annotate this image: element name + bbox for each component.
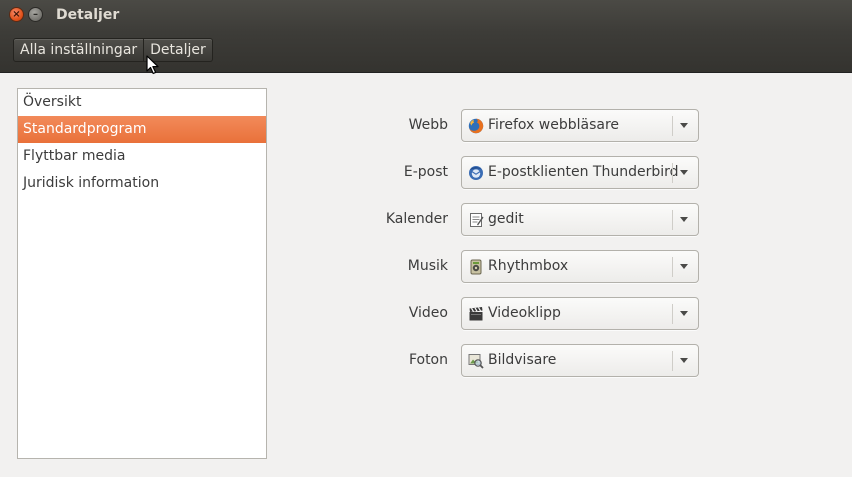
mail-app-select[interactable]: E-postklienten Thunderbird	[461, 156, 699, 189]
sidebar-item-removable-media[interactable]: Flyttbar media	[18, 143, 266, 170]
breadcrumb-all-settings[interactable]: Alla inställningar	[13, 38, 145, 62]
combo-separator	[672, 210, 673, 230]
chevron-down-icon	[680, 311, 688, 316]
gedit-icon	[470, 213, 484, 227]
calendar-app-value: gedit	[488, 211, 524, 227]
sidebar-item-legal-notice[interactable]: Juridisk information	[18, 170, 266, 197]
video-app-select[interactable]: Videoklipp	[461, 297, 699, 330]
music-app-value: Rhythmbox	[488, 258, 569, 274]
photos-app-value: Bildvisare	[488, 352, 557, 368]
close-icon: ×	[12, 8, 21, 20]
combo-separator	[672, 163, 673, 183]
minimize-icon: –	[33, 8, 38, 20]
sidebar-item-overview[interactable]: Översikt	[18, 89, 266, 116]
chevron-down-icon	[680, 217, 688, 222]
clapperboard-icon	[469, 307, 483, 321]
close-window-button[interactable]: ×	[9, 7, 24, 22]
photos-app-select[interactable]: Bildvisare	[461, 344, 699, 377]
mail-app-value: E-postklienten Thunderbird	[488, 164, 679, 180]
combo-separator	[672, 351, 673, 371]
sidebar-item-default-applications[interactable]: Standardprogram	[18, 116, 266, 143]
combo-separator	[672, 304, 673, 324]
calendar-app-select[interactable]: gedit	[461, 203, 699, 236]
combo-separator	[672, 257, 673, 277]
rhythmbox-icon	[470, 259, 482, 275]
breadcrumb: Alla inställningar Detaljer	[13, 38, 213, 64]
chevron-down-icon	[680, 358, 688, 363]
titlebar: × – Detaljer	[0, 0, 852, 32]
mouse-pointer-icon	[146, 55, 159, 75]
web-app-select[interactable]: Firefox webbläsare	[461, 109, 699, 142]
image-viewer-icon	[468, 354, 484, 369]
thunderbird-icon	[469, 166, 483, 180]
window-title: Detaljer	[56, 7, 120, 23]
firefox-icon	[468, 118, 484, 134]
web-app-value: Firefox webbläsare	[488, 117, 620, 133]
details-window: × – Detaljer Alla inställningar Detaljer…	[0, 0, 852, 477]
row-label-mail: E-post	[403, 164, 448, 180]
sidebar-list: Översikt Standardprogram Flyttbar media …	[17, 88, 267, 459]
window-header: × – Detaljer Alla inställningar Detaljer	[0, 0, 852, 73]
row-label-calendar: Kalender	[385, 211, 448, 227]
combo-separator	[672, 116, 673, 136]
music-app-select[interactable]: Rhythmbox	[461, 250, 699, 283]
chevron-down-icon	[680, 264, 688, 269]
chevron-down-icon	[680, 123, 688, 128]
chevron-down-icon	[680, 170, 688, 175]
minimize-window-button[interactable]: –	[28, 7, 43, 22]
row-label-music: Musik	[407, 258, 448, 274]
row-label-video: Video	[408, 305, 448, 321]
video-app-value: Videoklipp	[488, 305, 561, 321]
row-label-web: Webb	[408, 117, 448, 133]
row-label-photos: Foton	[408, 352, 448, 368]
